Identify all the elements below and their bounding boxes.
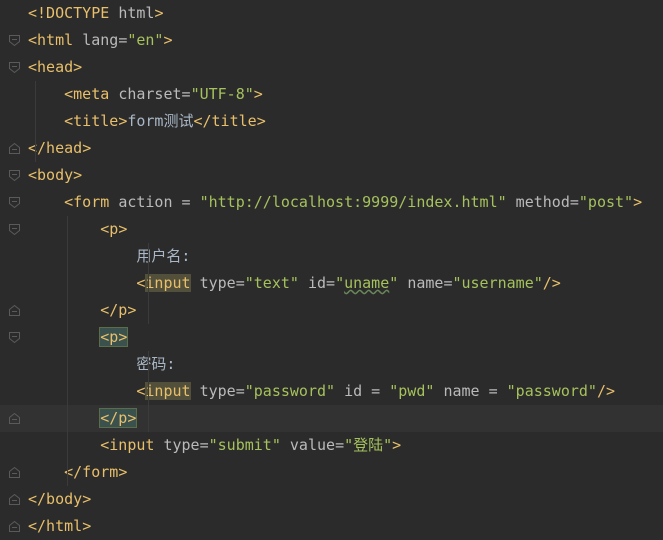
indent-guide <box>67 216 68 486</box>
fold-close-icon[interactable] <box>9 143 20 154</box>
code-line[interactable]: <!DOCTYPE html> <box>0 0 663 27</box>
code-line[interactable]: <p> <box>0 216 663 243</box>
code-line-text: <p> <box>99 327 129 347</box>
fold-open-icon[interactable] <box>9 62 20 73</box>
fold-close-icon[interactable] <box>9 521 20 532</box>
code-line[interactable]: 密码: <box>0 351 663 378</box>
code-line-text: <p> <box>100 220 128 238</box>
fold-close-icon[interactable] <box>9 413 20 424</box>
code-line-text: 密码: <box>28 355 176 373</box>
indent-guide <box>148 243 149 324</box>
code-line[interactable]: <form action = "http://localhost:9999/in… <box>0 189 663 216</box>
code-line[interactable]: <input type="password" id = "pwd" name =… <box>0 378 663 405</box>
code-line-text: <input type="text" id="uname" name="user… <box>136 274 561 292</box>
fold-open-icon[interactable] <box>9 197 20 208</box>
fold-close-icon[interactable] <box>9 305 20 316</box>
code-line[interactable]: <body> <box>0 162 663 189</box>
fold-open-icon[interactable] <box>9 35 20 46</box>
fold-open-icon[interactable] <box>9 170 20 181</box>
fold-open-icon[interactable] <box>9 332 20 343</box>
code-line-text: <body> <box>28 166 83 184</box>
code-line[interactable]: <html lang="en"> <box>0 27 663 54</box>
code-line[interactable]: 用户名: <box>0 243 663 270</box>
code-line[interactable]: </body> <box>0 486 663 513</box>
code-line-text: <input type="password" id = "pwd" name =… <box>136 382 616 400</box>
code-line[interactable]: </p> <box>0 297 663 324</box>
code-line-text: <form action = "http://localhost:9999/in… <box>64 193 643 211</box>
code-line-text: </p> <box>99 408 138 428</box>
code-line-text: </p> <box>100 301 137 319</box>
indent-guide <box>35 81 36 162</box>
code-line[interactable]: <p> <box>0 324 663 351</box>
code-line-text: <head> <box>28 58 83 76</box>
code-line-text: <meta charset="UTF-8"> <box>64 85 263 103</box>
code-line-text: 用户名: <box>28 247 191 265</box>
indent-guide <box>148 351 149 432</box>
code-line-text: </head> <box>28 139 92 157</box>
code-line[interactable]: </form> <box>0 459 663 486</box>
fold-open-icon[interactable] <box>9 224 20 235</box>
code-line[interactable]: </head> <box>0 135 663 162</box>
code-line[interactable]: </p> <box>0 405 663 432</box>
code-line[interactable]: <input type="text" id="uname" name="user… <box>0 270 663 297</box>
code-line-text: </form> <box>64 463 128 481</box>
code-line[interactable]: <input type="submit" value="登陆"> <box>0 432 663 459</box>
code-line-text: </body> <box>28 490 92 508</box>
code-line-text: <html lang="en"> <box>28 31 173 49</box>
code-line-text: <input type="submit" value="登陆"> <box>100 436 402 454</box>
code-line[interactable]: <title>form测试</title> <box>0 108 663 135</box>
code-line-text: <title>form测试</title> <box>64 112 266 130</box>
code-editor[interactable]: <!DOCTYPE html> <html lang="en"> <head> <m… <box>0 0 663 536</box>
fold-close-icon[interactable] <box>9 494 20 505</box>
code-line[interactable]: <head> <box>0 54 663 81</box>
fold-close-icon[interactable] <box>9 467 20 478</box>
code-line[interactable]: <meta charset="UTF-8"> <box>0 81 663 108</box>
code-line-text: <!DOCTYPE html> <box>28 4 164 22</box>
